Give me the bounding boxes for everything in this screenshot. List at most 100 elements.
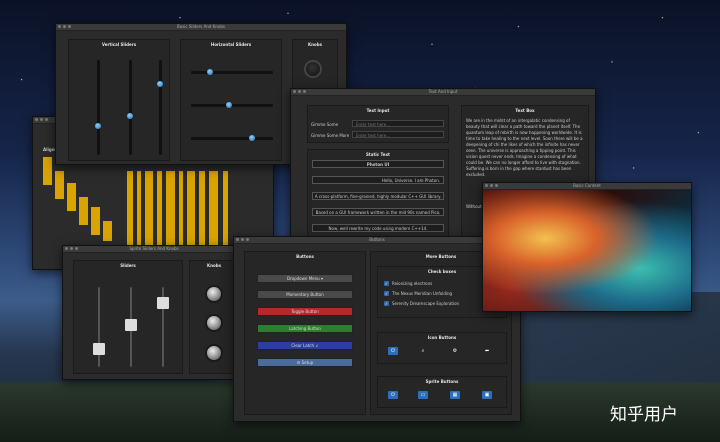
latching-button[interactable]: Latching Button xyxy=(257,324,353,333)
checkbox-label: The Nexus Meridian Unfolding xyxy=(392,291,453,296)
bar xyxy=(187,171,195,251)
horizontal-slider-track[interactable] xyxy=(191,71,273,74)
nebula-image xyxy=(483,190,691,311)
static-text-panel: Static Text Photon UI Hello, Universe. I… xyxy=(307,149,449,241)
vertical-slider-track[interactable] xyxy=(159,60,162,155)
sprite-slider-track[interactable] xyxy=(98,287,100,367)
bar xyxy=(55,171,64,199)
power-sprite-icon[interactable]: ⏻ xyxy=(388,391,398,399)
clear-latch-label: Clear Latch xyxy=(291,343,315,348)
bar xyxy=(209,171,218,251)
static-text-line: A cross-platform, fine-grained, highly m… xyxy=(312,192,444,200)
horizontal-slider-thumb[interactable] xyxy=(226,102,232,108)
bar xyxy=(166,171,175,251)
panel-title: Text Input xyxy=(366,108,390,113)
checkbox[interactable]: ✓ xyxy=(384,281,389,286)
icon-buttons-panel: Icon Buttons ⏻ ⌕ ⚙ ⬅ xyxy=(377,332,507,364)
horizontal-slider-thumb[interactable] xyxy=(207,69,213,75)
title-bar: Text And Input xyxy=(291,89,595,96)
panel-title: Horizontal Sliders xyxy=(210,42,252,47)
horizontal-slider-track[interactable] xyxy=(191,104,273,107)
arrow-left-icon[interactable]: ⬅ xyxy=(482,347,492,355)
vertical-slider-thumb[interactable] xyxy=(95,123,101,129)
vertical-slider-track[interactable] xyxy=(129,60,132,155)
setup-button[interactable]: ⚙ Setup xyxy=(257,358,353,367)
panel-title: Static Text xyxy=(366,152,390,157)
static-text-line: Now, well rewrite my code using modern C… xyxy=(312,224,444,232)
sprite-knob[interactable] xyxy=(207,346,221,360)
panel-title: Sprite Buttons xyxy=(425,379,459,384)
chevron-down-icon: ▾ xyxy=(320,276,323,281)
sprite-sliders-panel: Sliders xyxy=(73,260,183,374)
field1-input[interactable]: Enter text here... xyxy=(352,120,444,127)
sprite-slider-thumb[interactable] xyxy=(157,297,169,309)
search-icon[interactable]: ⌕ xyxy=(418,347,428,355)
horizontal-slider-track[interactable] xyxy=(191,137,273,140)
sprite-buttons-panel: Sprite Buttons ⏻ ▭ ▦ ▣ xyxy=(377,376,507,408)
checkbox[interactable]: ✓ xyxy=(384,301,389,306)
sprite-knobs-panel: Knobs xyxy=(189,260,239,374)
clear-latch-button[interactable]: Clear Latch ➶ xyxy=(257,341,353,350)
vertical-slider-thumb[interactable] xyxy=(157,81,163,87)
text-box-body[interactable]: We are in the midst of an intergalatic c… xyxy=(466,118,584,178)
static-text-line: Based on a GUI framework written in the … xyxy=(312,208,444,216)
bar xyxy=(79,197,88,225)
momentary-button[interactable]: Momentary Button xyxy=(257,290,353,299)
title-bar: Basic Content xyxy=(483,183,691,190)
calendar-sprite-icon[interactable]: ▦ xyxy=(450,391,460,399)
toggle-button[interactable]: Toggle Button xyxy=(257,307,353,316)
power-icon[interactable]: ⏻ xyxy=(388,347,398,355)
panel-title: Buttons xyxy=(296,254,314,259)
window-title: Sprite Sliders And Knobs xyxy=(129,246,179,251)
title-bar: Basic Sliders And Knobs xyxy=(56,24,346,31)
bar xyxy=(223,171,228,251)
field2-input[interactable]: Enter text here... xyxy=(352,131,444,138)
bar xyxy=(179,171,183,251)
sprite-slider-thumb[interactable] xyxy=(93,343,105,355)
panel-title: Icon Buttons xyxy=(427,335,457,340)
bar xyxy=(43,157,52,185)
vertical-slider-thumb[interactable] xyxy=(127,113,133,119)
horizontal-sliders-panel: Horizontal Sliders xyxy=(180,39,282,161)
bar xyxy=(127,171,133,251)
checkbox-label: Serenity Dreamscape Exploration xyxy=(392,301,460,306)
display-sprite-icon[interactable]: ▭ xyxy=(418,391,428,399)
basic-content-window: Basic Content xyxy=(482,182,692,312)
sprite-slider-thumb[interactable] xyxy=(125,319,137,331)
checkbox-label: Reionizing electrons xyxy=(392,281,433,286)
gear-icon[interactable]: ⚙ xyxy=(450,347,460,355)
window-title: Buttons xyxy=(369,237,385,242)
panel-title: Vertical Sliders xyxy=(101,42,137,47)
title-bar: Buttons xyxy=(234,237,520,244)
bar xyxy=(67,183,76,211)
horizontal-slider-thumb[interactable] xyxy=(249,135,255,141)
bar xyxy=(137,171,141,251)
setup-label: Setup xyxy=(301,360,314,365)
window-title: Basic Content xyxy=(573,183,601,188)
vertical-sliders-panel: Vertical Sliders xyxy=(68,39,170,161)
buttons-panel: Buttons Dropdown Menu ▾ Momentary Button… xyxy=(244,251,366,415)
watermark-text: 知乎用户 xyxy=(610,405,678,425)
field2-label: Gimme Some More xyxy=(311,133,350,138)
bar xyxy=(145,171,153,251)
window-title: Text And Input xyxy=(428,89,458,94)
sprite-knob[interactable] xyxy=(207,316,221,330)
bar xyxy=(103,221,112,241)
gear-icon: ⚙ xyxy=(296,360,301,365)
dropdown-label: Dropdown Menu xyxy=(287,276,320,281)
vertical-slider-track[interactable] xyxy=(97,60,100,155)
buttons-window: Buttons Buttons Dropdown Menu ▾ Momentar… xyxy=(233,236,521,422)
text-input-panel: Text Input Gimme Some Enter text here...… xyxy=(307,105,449,143)
bar xyxy=(91,207,100,235)
rotary-knob[interactable] xyxy=(306,62,320,76)
save-sprite-icon[interactable]: ▣ xyxy=(482,391,492,399)
panel-title: Knobs xyxy=(308,42,322,47)
static-text-line: Photon UI xyxy=(312,160,444,168)
checkbox[interactable]: ✓ xyxy=(384,291,389,296)
panel-title: Knobs xyxy=(207,263,221,268)
static-text-line: Hello, Universe. I am Photon. xyxy=(312,176,444,184)
rocket-icon: ➶ xyxy=(315,343,319,348)
sprite-knob[interactable] xyxy=(207,287,221,301)
window-title: Basic Sliders And Knobs xyxy=(177,24,225,29)
dropdown-menu-button[interactable]: Dropdown Menu ▾ xyxy=(257,274,353,283)
